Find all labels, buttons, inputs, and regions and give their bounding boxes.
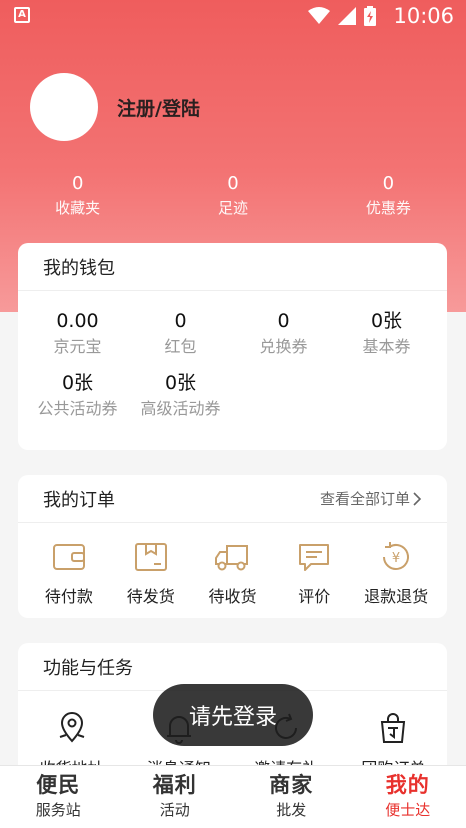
profile-stats: 0 收藏夹 0 足迹 0 优惠券 — [0, 172, 466, 220]
tab-welfare[interactable]: 福利 活动 — [117, 766, 234, 828]
wallet-label: 基本券 — [362, 337, 411, 356]
order-review[interactable]: 评价 — [273, 537, 355, 607]
tab-subtitle: 便士达 — [385, 801, 431, 819]
register-login-link[interactable]: 注册/登陆 — [117, 94, 200, 121]
order-label: 待发货 — [126, 587, 175, 606]
wallet-item-jingyuanbao[interactable]: 0.00 京元宝 — [26, 308, 129, 360]
avatar[interactable] — [30, 73, 98, 141]
stat-label: 足迹 — [217, 199, 248, 217]
view-all-orders-link[interactable]: 查看全部订单 — [320, 488, 422, 509]
tab-title: 我的 — [385, 773, 430, 797]
order-label: 待付款 — [44, 587, 93, 606]
stat-value: 0 — [227, 173, 239, 194]
wallet-value: 0 — [174, 310, 187, 332]
svg-text:¥: ¥ — [392, 551, 400, 566]
tab-mine[interactable]: 我的 便士达 — [350, 766, 466, 828]
location-icon — [59, 712, 84, 743]
wallet-value: 0.00 — [56, 310, 99, 332]
wallet-item-public-event-coupon[interactable]: 0张 公共活动券 — [26, 370, 129, 422]
status-bar: A 10:06 — [0, 0, 466, 32]
orders-card: 我的订单 查看全部订单 待付款 待发货 待收货 评价 ¥ 退款退货 — [18, 475, 447, 618]
order-pending-payment[interactable]: 待付款 — [28, 537, 110, 607]
login-required-toast: 请先登录 — [153, 684, 313, 746]
tab-subtitle: 批发 — [276, 801, 307, 819]
tab-subtitle: 服务站 — [35, 801, 81, 819]
wallet-label: 兑换券 — [259, 337, 308, 356]
tab-title: 商家 — [269, 773, 314, 797]
orders-header: 我的订单 查看全部订单 — [18, 475, 447, 523]
order-label: 评价 — [298, 587, 331, 606]
wallet-value: 0 — [277, 310, 290, 332]
order-label: 待收货 — [208, 587, 257, 606]
system-icons — [308, 6, 376, 26]
wifi-icon — [308, 7, 330, 24]
battery-icon — [364, 6, 376, 26]
order-refund[interactable]: ¥ 退款退货 — [355, 537, 437, 607]
tab-subtitle: 活动 — [159, 801, 190, 819]
stat-value: 0 — [71, 173, 84, 194]
truck-icon — [215, 545, 249, 571]
tab-merchant[interactable]: 商家 批发 — [233, 766, 350, 828]
wallet-label: 京元宝 — [53, 337, 102, 356]
clock: 10:06 — [393, 4, 454, 28]
view-all-orders-label: 查看全部订单 — [319, 490, 410, 508]
stat-coupons[interactable]: 0 优惠券 — [311, 172, 466, 220]
wallet-icon — [52, 544, 85, 570]
wallet-item-exchange-coupon[interactable]: 0 兑换券 — [232, 308, 335, 360]
order-label: 退款退货 — [364, 587, 429, 606]
wallet-item-red-packet[interactable]: 0 红包 — [129, 308, 232, 360]
stat-favorites[interactable]: 0 收藏夹 — [0, 172, 155, 220]
wallet-label: 红包 — [164, 337, 197, 356]
profile-section: 注册/登陆 — [30, 73, 200, 141]
chevron-right-icon — [413, 491, 422, 506]
wallet-label: 高级活动券 — [140, 399, 221, 418]
bag-icon — [381, 713, 406, 743]
wallet-card: 我的钱包 0.00 京元宝 0 红包 0 兑换券 0张 基本券 0张 公共活动券… — [18, 243, 447, 450]
bottom-tab-bar: 便民 服务站 福利 活动 商家 批发 我的 便士达 — [0, 765, 466, 828]
stat-value: 0 — [382, 173, 395, 194]
tab-title: 便民 — [36, 773, 81, 797]
tab-convenience[interactable]: 便民 服务站 — [0, 766, 117, 828]
stat-footprints[interactable]: 0 足迹 — [155, 172, 310, 220]
tab-title: 福利 — [152, 773, 197, 797]
wallet-value: 0张 — [61, 372, 94, 394]
wallet-value: 0张 — [164, 372, 197, 394]
wallet-grid: 0.00 京元宝 0 红包 0 兑换券 0张 基本券 0张 公共活动券 0张 高… — [18, 291, 447, 432]
wallet-label: 公共活动券 — [37, 399, 118, 418]
box-icon — [134, 543, 167, 571]
orders-row: 待付款 待发货 待收货 评价 ¥ 退款退货 — [18, 523, 447, 607]
app-notification-icon: A — [14, 7, 30, 23]
wallet-item-premium-event-coupon[interactable]: 0张 高级活动券 — [129, 370, 232, 422]
refund-icon: ¥ — [383, 542, 410, 570]
wallet-item-basic-coupon[interactable]: 0张 基本券 — [335, 308, 438, 360]
order-pending-receipt[interactable]: 待收货 — [192, 537, 274, 607]
wallet-value: 0张 — [370, 310, 403, 332]
tasks-title: 功能与任务 — [43, 657, 133, 679]
stat-label: 优惠券 — [365, 199, 411, 217]
stat-label: 收藏夹 — [55, 199, 101, 217]
wallet-header: 我的钱包 — [18, 243, 447, 291]
comment-icon — [299, 544, 330, 571]
orders-title: 我的订单 — [43, 489, 115, 511]
signal-icon — [338, 7, 356, 25]
order-pending-shipment[interactable]: 待发货 — [110, 537, 192, 607]
wallet-title: 我的钱包 — [43, 257, 115, 279]
